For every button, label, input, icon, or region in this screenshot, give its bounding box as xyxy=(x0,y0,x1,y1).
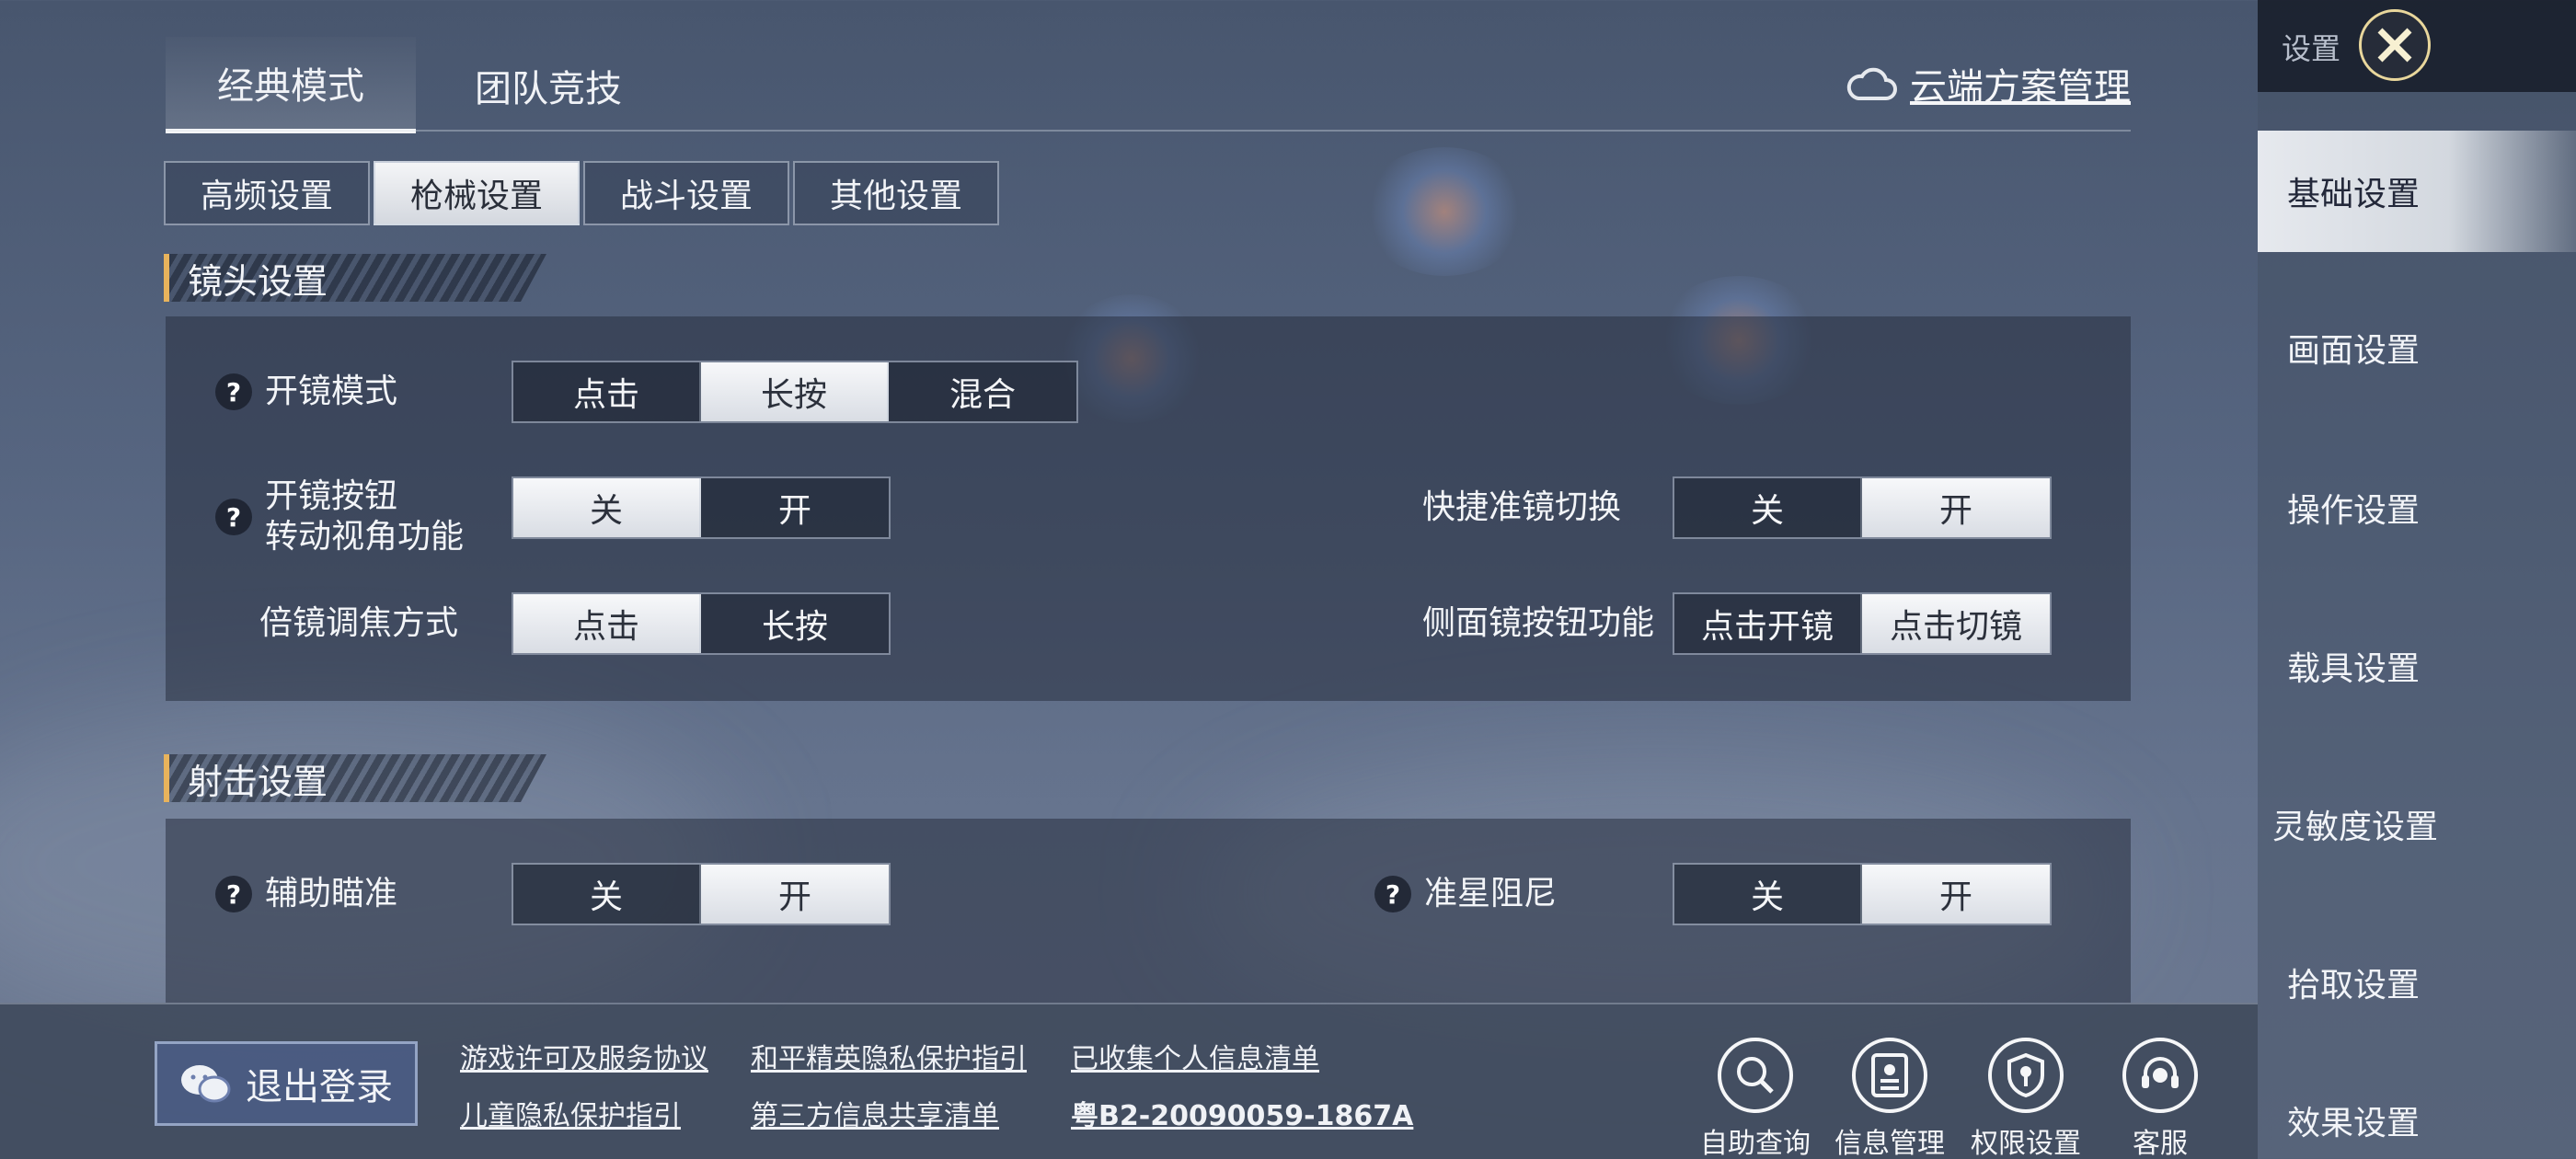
sidebar-item-vehicle[interactable]: 载具设置 xyxy=(2258,605,2576,727)
close-button[interactable] xyxy=(2359,9,2431,81)
side-scope-switch-button[interactable]: 点击切镜 xyxy=(1862,594,2050,653)
sidebar-item-controls[interactable]: 操作设置 xyxy=(2258,447,2576,568)
logout-label: 退出登录 xyxy=(246,1066,393,1108)
scope-mode-label-row: ? 开镜模式 xyxy=(215,372,397,412)
help-icon[interactable]: ? xyxy=(1374,876,1411,912)
sidebar-item-basic[interactable]: 基础设置 xyxy=(2258,131,2576,252)
search-icon xyxy=(1718,1038,1793,1113)
subtab-high-frequency[interactable]: 高频设置 xyxy=(164,161,370,225)
section-title: 镜头设置 xyxy=(169,254,546,302)
headset-icon xyxy=(2122,1038,2198,1113)
link-collected-info[interactable]: 已收集个人信息清单 xyxy=(1071,1036,1319,1076)
aim-assist-off-button[interactable]: 关 xyxy=(513,865,701,924)
customer-service-label: 客服 xyxy=(2133,1128,2188,1159)
scope-mode-selector: 点击 长按 混合 xyxy=(512,361,1078,423)
zoom-method-hold-button[interactable]: 长按 xyxy=(701,594,889,653)
logout-button[interactable]: 退出登录 xyxy=(155,1041,418,1126)
close-icon xyxy=(2377,28,2412,63)
crosshair-damping-label: 准星阻尼 xyxy=(1424,875,1558,912)
mode-tabs: 经典模式 团队竞技 xyxy=(166,37,673,133)
scope-mode-hold-button[interactable]: 长按 xyxy=(701,362,889,421)
crosshair-damping-toggle: 关 开 xyxy=(1673,863,2052,925)
crosshair-damping-on-button[interactable]: 开 xyxy=(1862,865,2050,924)
section-accent-bar xyxy=(164,754,169,802)
scope-rotate-label-line1: 开镜按钮 xyxy=(265,477,398,515)
top-divider xyxy=(166,130,2131,132)
scope-rotate-toggle: 关 开 xyxy=(512,476,891,539)
crosshair-damping-label-row: ? 准星阻尼 xyxy=(1374,874,1557,914)
link-third-party-sharing[interactable]: 第三方信息共享清单 xyxy=(751,1093,999,1133)
zoom-method-label: 倍镜调焦方式 xyxy=(259,604,459,642)
zoom-method-tap-button[interactable]: 点击 xyxy=(513,594,701,653)
cloud-scheme-manage-label: 云端方案管理 xyxy=(1910,66,2131,109)
quick-scope-on-button[interactable]: 开 xyxy=(1862,478,2050,537)
self-service-query-label: 自助查询 xyxy=(1700,1128,1811,1159)
firework-decoration xyxy=(1362,147,1527,276)
scope-rotate-off-button[interactable]: 关 xyxy=(513,478,701,537)
quick-scope-off-button[interactable]: 关 xyxy=(1674,478,1862,537)
section-accent-bar xyxy=(164,254,169,302)
aim-assist-label-row: ? 辅助瞄准 xyxy=(215,874,397,914)
side-scope-button-label: 侧面镜按钮功能 xyxy=(1422,604,1655,642)
scope-rotate-label: 开镜按钮 转动视角功能 xyxy=(265,476,464,557)
sidebar-item-effects[interactable]: 效果设置 xyxy=(2258,1082,2576,1159)
scope-mode-tap-button[interactable]: 点击 xyxy=(513,362,701,421)
cloud-icon xyxy=(1846,67,1897,100)
quick-scope-switch-toggle: 关 开 xyxy=(1673,476,2052,539)
subtab-other[interactable]: 其他设置 xyxy=(793,161,999,225)
help-icon[interactable]: ? xyxy=(215,876,252,912)
link-icp-license[interactable]: 粤B2-20090059-1867A xyxy=(1071,1093,1413,1133)
scope-mode-label: 开镜模式 xyxy=(265,373,398,410)
subtab-combat[interactable]: 战斗设置 xyxy=(583,161,789,225)
settings-sidebar: 设置 基础设置 画面设置 操作设置 载具设置 灵敏度设置 拾取设置 效果设置 xyxy=(2258,0,2576,1159)
cloud-scheme-manage-link[interactable]: 云端方案管理 xyxy=(1846,57,2131,110)
link-privacy-guide[interactable]: 和平精英隐私保护指引 xyxy=(751,1036,1027,1076)
help-icon[interactable]: ? xyxy=(215,373,252,410)
help-icon[interactable]: ? xyxy=(215,499,252,535)
zoom-method-label-row: 倍镜调焦方式 xyxy=(259,603,458,644)
quick-scope-label-row: 快捷准镜切换 xyxy=(1422,488,1621,528)
scope-mode-mixed-button[interactable]: 混合 xyxy=(889,362,1076,421)
scope-rotate-label-row: ? 开镜按钮 转动视角功能 xyxy=(215,476,464,557)
permission-settings-button[interactable]: 权限设置 xyxy=(1971,1038,2081,1159)
tab-team-deathmatch[interactable]: 团队竞技 xyxy=(423,37,673,133)
sub-tabs: 高频设置 枪械设置 战斗设置 其他设置 xyxy=(164,161,999,225)
subtab-weapon[interactable]: 枪械设置 xyxy=(374,161,580,225)
info-management-button[interactable]: 信息管理 xyxy=(1834,1038,1945,1159)
quick-scope-switch-label: 快捷准镜切换 xyxy=(1422,488,1622,526)
section-header-shooting: 射击设置 xyxy=(164,754,546,802)
side-scope-open-button[interactable]: 点击开镜 xyxy=(1674,594,1862,653)
section-title: 射击设置 xyxy=(169,754,546,802)
sidebar-header: 设置 xyxy=(2258,0,2576,92)
section-header-scope: 镜头设置 xyxy=(164,254,546,302)
sidebar-item-graphics[interactable]: 画面设置 xyxy=(2258,287,2576,408)
id-card-icon xyxy=(1852,1038,1927,1113)
tab-classic-mode[interactable]: 经典模式 xyxy=(166,37,416,133)
side-scope-button-selector: 点击开镜 点击切镜 xyxy=(1673,592,2052,655)
aim-assist-on-button[interactable]: 开 xyxy=(701,865,889,924)
aim-assist-label: 辅助瞄准 xyxy=(265,875,398,912)
permission-settings-label: 权限设置 xyxy=(1971,1128,2081,1159)
aim-assist-toggle: 关 开 xyxy=(512,863,891,925)
scope-rotate-label-line2: 转动视角功能 xyxy=(265,518,465,556)
wechat-icon xyxy=(181,1065,231,1103)
shield-key-icon xyxy=(1988,1038,2064,1113)
info-management-label: 信息管理 xyxy=(1834,1128,1945,1159)
sidebar-title: 设置 xyxy=(2282,31,2341,66)
zoom-method-selector: 点击 长按 xyxy=(512,592,891,655)
scope-rotate-on-button[interactable]: 开 xyxy=(701,478,889,537)
side-scope-label-row: 侧面镜按钮功能 xyxy=(1422,603,1654,644)
sidebar-item-pickup[interactable]: 拾取设置 xyxy=(2258,922,2576,1043)
link-game-license[interactable]: 游戏许可及服务协议 xyxy=(460,1036,708,1076)
sidebar-item-sensitivity[interactable]: 灵敏度设置 xyxy=(2258,763,2576,885)
self-service-query-button[interactable]: 自助查询 xyxy=(1700,1038,1811,1159)
customer-service-button[interactable]: 客服 xyxy=(2105,1038,2215,1159)
crosshair-damping-off-button[interactable]: 关 xyxy=(1674,865,1862,924)
link-child-privacy[interactable]: 儿童隐私保护指引 xyxy=(460,1093,681,1133)
